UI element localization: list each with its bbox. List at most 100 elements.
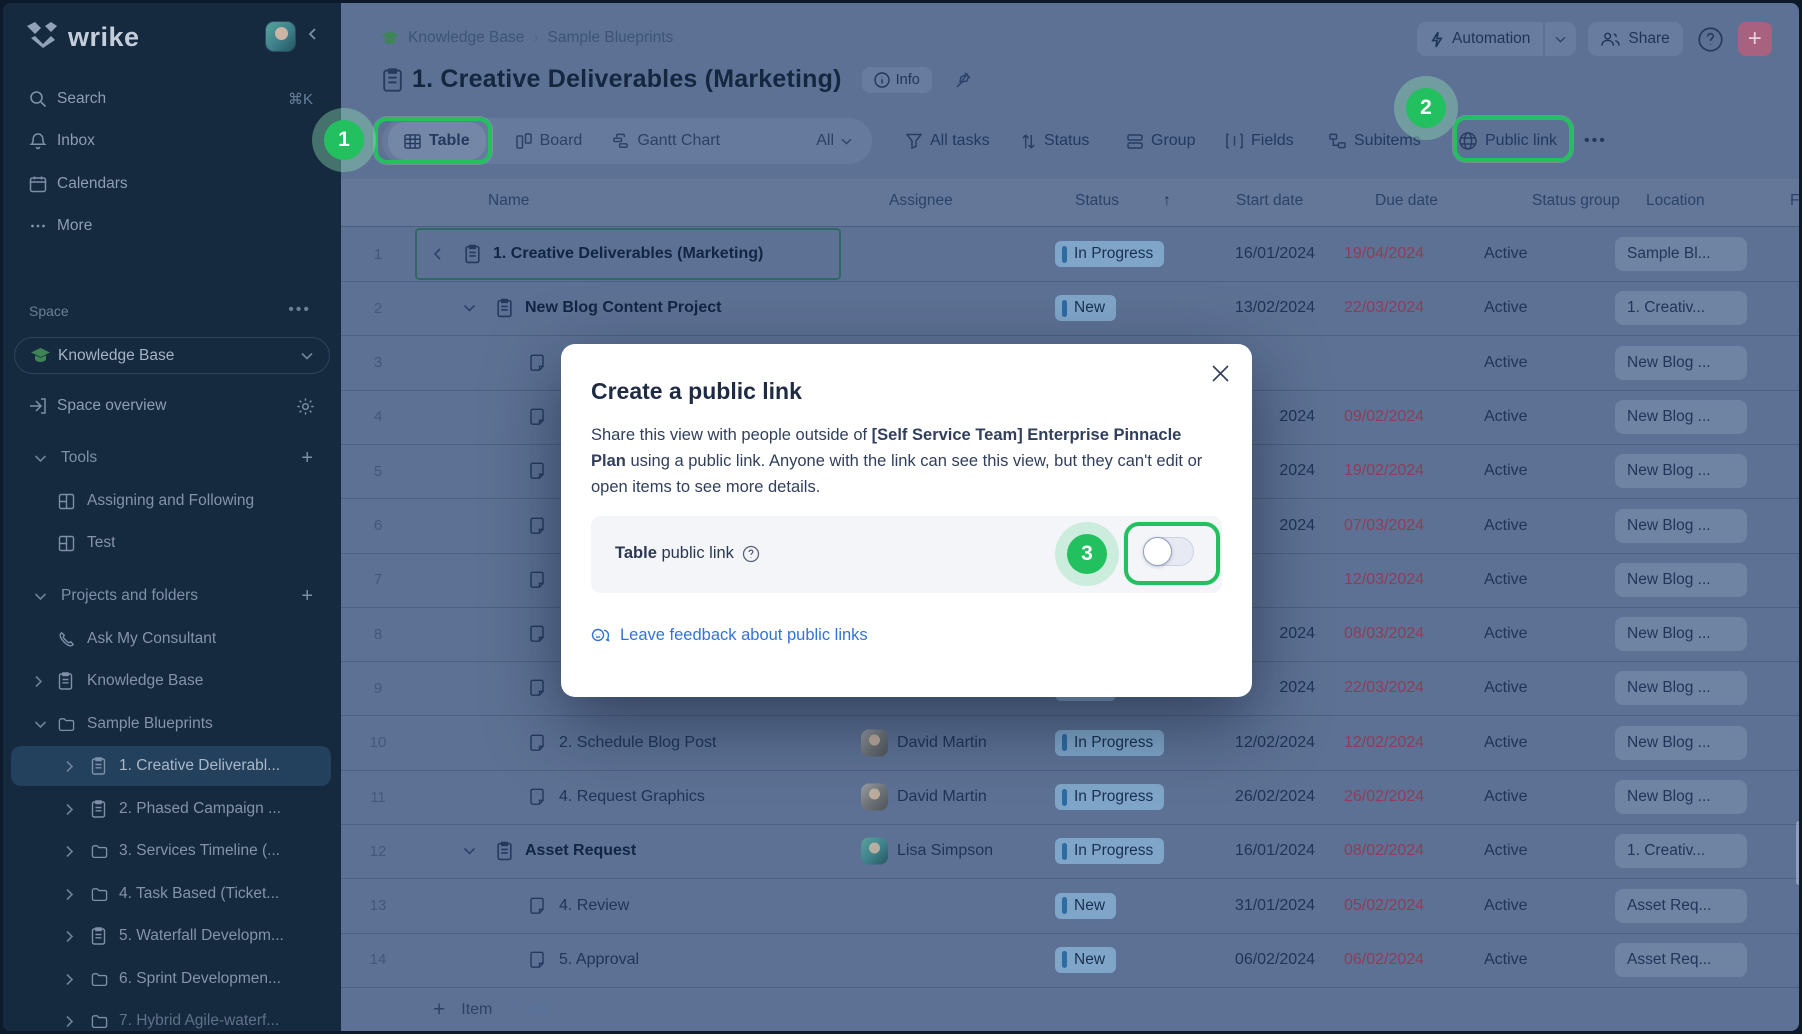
- column-header-status-group[interactable]: Status group: [1532, 192, 1620, 210]
- sidebar-item-test[interactable]: Test: [3, 523, 341, 563]
- due-date[interactable]: 07/03/2024: [1344, 517, 1424, 535]
- chevron-down-icon[interactable]: [463, 847, 476, 856]
- start-date[interactable]: 13/02/2024: [1171, 299, 1315, 317]
- location-pill[interactable]: New Blog ...: [1615, 400, 1747, 434]
- sidebar-item-more[interactable]: More: [3, 206, 341, 246]
- location-pill[interactable]: New Blog ...: [1615, 346, 1747, 380]
- table-row[interactable]: 114. Request GraphicsDavid MartinIn Prog…: [341, 770, 1799, 825]
- breadcrumb-item-sample-blueprints[interactable]: Sample Blueprints: [548, 29, 674, 47]
- add-new-button[interactable]: +: [1738, 22, 1772, 56]
- table-row[interactable]: 12Asset RequestLisa SimpsonIn Progress16…: [341, 824, 1799, 879]
- chevron-right-icon[interactable]: [65, 760, 74, 773]
- sidebar-item-2-phased-campaign[interactable]: 2. Phased Campaign ...: [3, 789, 341, 829]
- sidebar-item-sample-blueprints[interactable]: Sample Blueprints: [3, 704, 341, 744]
- item-name[interactable]: 1. Creative Deliverables (Marketing): [493, 245, 763, 263]
- due-date[interactable]: 09/02/2024: [1344, 408, 1424, 426]
- automation-button[interactable]: Automation: [1417, 22, 1543, 56]
- column-header-status[interactable]: Status: [1075, 192, 1119, 210]
- assignee-name[interactable]: Lisa Simpson: [897, 842, 993, 860]
- chevron-right-icon[interactable]: [65, 803, 74, 816]
- help-circle-icon[interactable]: [742, 545, 760, 563]
- space-selector[interactable]: Knowledge Base: [14, 337, 330, 374]
- item-name[interactable]: 5. Approval: [559, 951, 639, 969]
- tab-board[interactable]: Board: [516, 132, 583, 150]
- breadcrumb-item-knowledge-base[interactable]: Knowledge Base: [408, 29, 524, 47]
- status-badge[interactable]: In Progress: [1055, 730, 1164, 756]
- column-header-due-date[interactable]: Due date: [1375, 192, 1438, 210]
- item-name[interactable]: 2. Schedule Blog Post: [559, 734, 716, 752]
- location-pill[interactable]: 1. Creativ...: [1615, 291, 1747, 325]
- sidebar-item-inbox[interactable]: Inbox: [3, 121, 341, 161]
- pin-icon[interactable]: [954, 71, 972, 89]
- status-badge[interactable]: New: [1055, 947, 1116, 973]
- filter-button[interactable]: All tasks: [906, 124, 990, 158]
- assignee-name[interactable]: David Martin: [897, 734, 987, 752]
- table-row[interactable]: 11. Creative Deliverables (Marketing)In …: [341, 227, 1799, 282]
- sidebar-item-5-waterfall-developm[interactable]: 5. Waterfall Developm...: [3, 916, 341, 956]
- sort-button[interactable]: Status: [1021, 124, 1089, 158]
- share-button[interactable]: Share: [1588, 22, 1682, 56]
- chevron-right-icon[interactable]: [34, 675, 43, 688]
- due-date[interactable]: 08/03/2024: [1344, 625, 1424, 643]
- automation-dropdown[interactable]: [1545, 22, 1576, 56]
- location-pill[interactable]: New Blog ...: [1615, 509, 1747, 543]
- plus-icon[interactable]: +: [301, 585, 313, 608]
- item-name[interactable]: 4. Review: [559, 897, 629, 915]
- location-pill[interactable]: New Blog ...: [1615, 780, 1747, 814]
- status-badge[interactable]: In Progress: [1055, 838, 1164, 864]
- location-pill[interactable]: New Blog ...: [1615, 563, 1747, 597]
- more-options-icon[interactable]: •••: [1584, 124, 1607, 158]
- sidebar-item-projects-and-folders[interactable]: Projects and folders+: [3, 576, 341, 616]
- item-name[interactable]: 4. Request Graphics: [559, 788, 705, 806]
- assignee-avatar[interactable]: [861, 838, 888, 865]
- due-date[interactable]: 26/02/2024: [1344, 788, 1424, 806]
- location-pill[interactable]: Asset Req...: [1615, 943, 1747, 977]
- location-pill[interactable]: New Blog ...: [1615, 726, 1747, 760]
- group-button[interactable]: Group: [1127, 124, 1195, 158]
- add-item-row[interactable]: + Item ⌃⇧N: [341, 987, 1799, 1031]
- status-badge[interactable]: New: [1055, 295, 1116, 321]
- start-date[interactable]: 16/01/2024: [1171, 245, 1315, 263]
- space-menu-icon[interactable]: •••: [288, 301, 311, 319]
- close-icon[interactable]: [1211, 364, 1230, 383]
- location-pill[interactable]: 1. Creativ...: [1615, 834, 1747, 868]
- sidebar-item-search[interactable]: Search⌘K: [3, 79, 341, 119]
- column-header-files[interactable]: Fil: [1790, 192, 1799, 210]
- due-date[interactable]: 22/03/2024: [1344, 299, 1424, 317]
- assignee-avatar[interactable]: [861, 784, 888, 811]
- assignee-avatar[interactable]: [861, 729, 888, 756]
- start-date[interactable]: 31/01/2024: [1171, 897, 1315, 915]
- view-filter-dropdown[interactable]: All: [816, 132, 852, 150]
- sidebar-item-assigning-and-following[interactable]: Assigning and Following: [3, 481, 341, 521]
- start-date[interactable]: 16/01/2024: [1171, 842, 1315, 860]
- sidebar-item-7-hybrid-agile-waterf[interactable]: 7. Hybrid Agile-waterf...: [3, 1001, 341, 1031]
- due-date[interactable]: 22/03/2024: [1344, 679, 1424, 697]
- sidebar-item-3-services-timeline[interactable]: 3. Services Timeline (...: [3, 831, 341, 871]
- table-row[interactable]: 145. ApprovalNew06/02/202406/02/2024Acti…: [341, 933, 1799, 988]
- subitems-button[interactable]: Subitems: [1329, 124, 1421, 158]
- item-name[interactable]: Asset Request: [525, 842, 636, 860]
- chevron-left-icon[interactable]: [433, 248, 442, 261]
- chevron-right-icon[interactable]: [65, 973, 74, 986]
- due-date[interactable]: 19/02/2024: [1344, 462, 1424, 480]
- help-button[interactable]: [1695, 24, 1726, 55]
- chevron-down-icon[interactable]: [34, 720, 47, 729]
- chevron-right-icon[interactable]: [65, 845, 74, 858]
- chevron-right-icon[interactable]: [65, 1015, 74, 1028]
- due-date[interactable]: 06/02/2024: [1344, 951, 1424, 969]
- table-row[interactable]: 134. ReviewNew31/01/202405/02/2024Active…: [341, 879, 1799, 934]
- sidebar-collapse-icon[interactable]: [306, 27, 320, 46]
- sidebar-item-ask-my-consultant[interactable]: Ask My Consultant: [3, 619, 341, 659]
- table-row[interactable]: 2New Blog Content ProjectNew13/02/202422…: [341, 281, 1799, 336]
- tab-gantt-chart[interactable]: Gantt Chart: [612, 132, 720, 150]
- column-header-start-date[interactable]: Start date: [1236, 192, 1303, 210]
- due-date[interactable]: 08/02/2024: [1344, 842, 1424, 860]
- chevron-right-icon[interactable]: [65, 930, 74, 943]
- status-badge[interactable]: New: [1055, 893, 1116, 919]
- feedback-link[interactable]: Leave feedback about public links: [591, 626, 868, 645]
- chevron-down-icon[interactable]: [463, 304, 476, 313]
- location-pill[interactable]: New Blog ...: [1615, 454, 1747, 488]
- start-date[interactable]: 06/02/2024: [1171, 951, 1315, 969]
- vertical-scrollbar[interactable]: [1796, 821, 1799, 885]
- location-pill[interactable]: Sample Bl...: [1615, 237, 1747, 271]
